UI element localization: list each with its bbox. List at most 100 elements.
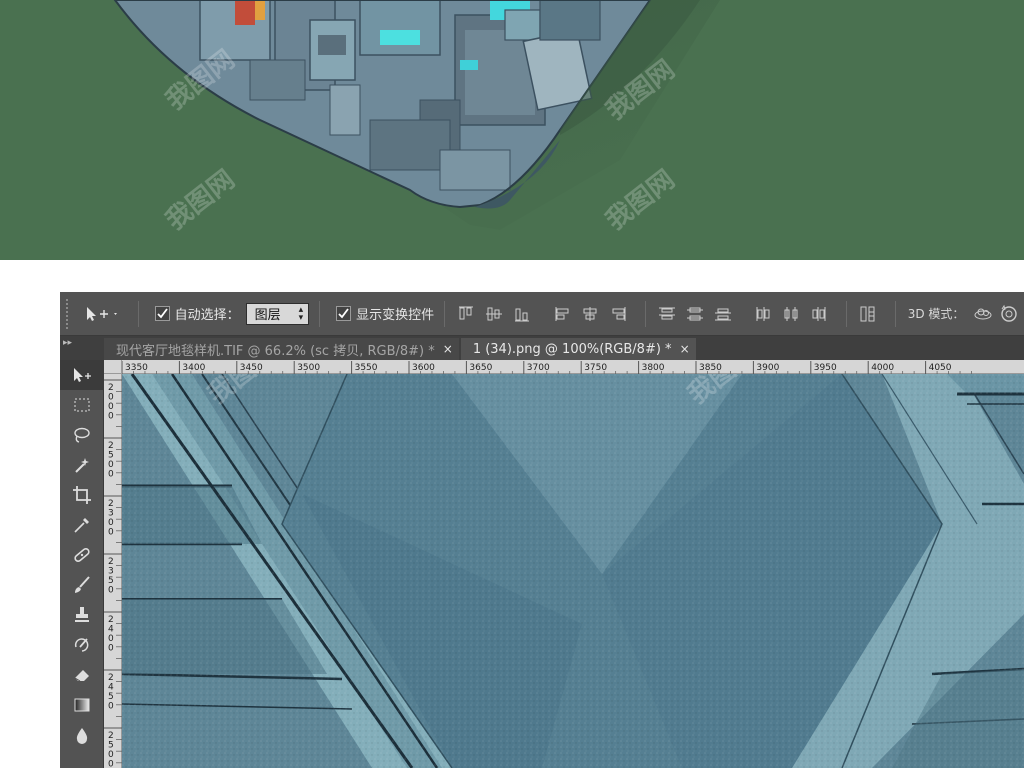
auto-select-checkbox[interactable] [154, 306, 170, 321]
ruler-label: 2000 [108, 383, 114, 422]
document-tab-title: 现代客厅地毯样机.TIF @ 66.2% (sc 拷贝, RGB/8#) * [116, 343, 435, 359]
checkmark-icon [338, 308, 349, 319]
lasso-icon [74, 427, 90, 443]
ruler-label: 3400 [182, 363, 205, 373]
ruler-label: 2400 [108, 615, 114, 654]
stamp-icon [75, 607, 89, 622]
ruler-label: 3900 [756, 363, 779, 373]
ruler-label: 2300 [108, 499, 114, 538]
distribute-top-button[interactable] [656, 303, 678, 325]
crop-tool-button[interactable] [60, 480, 104, 510]
ruler-label: 3850 [699, 363, 722, 373]
ruler-label: 2350 [108, 557, 114, 596]
ruler-label: 2500 [108, 731, 114, 768]
separator [894, 300, 896, 327]
options-bar-grip[interactable] [66, 298, 72, 329]
ruler-label: 3550 [355, 363, 378, 373]
ruler-label: 2500 [108, 441, 114, 480]
brush-icon [75, 576, 90, 593]
distribute-hcenter-button[interactable] [780, 303, 802, 325]
separator [444, 300, 446, 327]
orbit-3d-icon [974, 308, 992, 319]
vertical-ruler[interactable]: 2000 2500 2300 2350 2400 2450 2500 [104, 374, 122, 768]
clone-stamp-tool-button[interactable] [60, 600, 104, 630]
align-top-icon [459, 306, 474, 319]
marquee-tool-button[interactable] [60, 390, 104, 420]
distribute-hcenter-icon [784, 306, 798, 321]
document-tab-rug-mockup[interactable]: 现代客厅地毯样机.TIF @ 66.2% (sc 拷贝, RGB/8#) * × [104, 338, 459, 360]
align-top-edges-button[interactable] [455, 303, 477, 325]
close-tab-button[interactable]: × [443, 342, 453, 356]
align-right-edges-button[interactable] [607, 303, 629, 325]
page: 我图网 我图网 我图网 我图网 自动选择： 图层 ▴ ▾ 显示变换控件 3D 模… [0, 0, 1024, 768]
align-hcenter-icon [583, 306, 597, 321]
lasso-tool-button[interactable] [60, 420, 104, 450]
options-bar: 自动选择： 图层 ▴ ▾ 显示变换控件 3D 模式： [60, 292, 1024, 336]
ruler-label: 4000 [871, 363, 894, 373]
move-tool-icon [74, 368, 91, 382]
distribute-right-button[interactable] [808, 303, 830, 325]
align-left-edges-button[interactable] [552, 303, 574, 325]
show-transform-checkbox[interactable] [336, 306, 352, 321]
orbit-3d-button[interactable] [972, 303, 994, 325]
separator [319, 300, 321, 327]
history-brush-icon [74, 638, 89, 652]
healing-brush-tool-button[interactable] [60, 540, 104, 570]
align-vertical-centers-button[interactable] [483, 303, 505, 325]
ruler-label: 3950 [814, 363, 837, 373]
gradient-icon [74, 698, 90, 712]
distribute-left-button[interactable] [752, 303, 774, 325]
document-tab-title: 1 (34).png @ 100%(RGB/8#) * [472, 341, 672, 357]
auto-select-label: 自动选择： [174, 308, 240, 323]
ruler-origin[interactable] [104, 360, 122, 374]
ruler-label: 3600 [412, 363, 435, 373]
brush-tool-button[interactable] [60, 570, 104, 600]
eraser-tool-button[interactable] [60, 660, 104, 690]
rectangular-marquee-icon [74, 398, 90, 412]
blur-tool-button[interactable] [60, 720, 104, 750]
document-tab-bar: ▸▸ 现代客厅地毯样机.TIF @ 66.2% (sc 拷贝, RGB/8#) … [60, 336, 1024, 360]
gradient-tool-button[interactable] [60, 690, 104, 720]
horizontal-ruler[interactable]: 3350 3400 3450 3500 3550 3600 3650 3700 3750 3800… [121, 360, 1024, 375]
auto-select-target-value: 图层 [254, 308, 281, 323]
magic-wand-tool-button[interactable] [60, 450, 104, 480]
ruler-label: 3650 [469, 363, 492, 373]
history-brush-tool-button[interactable] [60, 630, 104, 660]
auto-align-layers-button[interactable] [857, 303, 879, 325]
auto-align-icon [860, 306, 875, 321]
align-vcenter-icon [485, 307, 502, 320]
ruler-label: 3700 [527, 363, 550, 373]
distribute-vcenter-button[interactable] [684, 303, 706, 325]
distribute-right-icon [812, 306, 826, 321]
align-bottom-icon [514, 308, 529, 321]
align-right-icon [612, 306, 626, 321]
align-left-icon [555, 306, 569, 321]
distribute-bottom-icon [714, 308, 731, 320]
tool-preset-picker[interactable] [84, 305, 128, 323]
auto-select-option[interactable]: 自动选择： [154, 304, 240, 323]
horizontal-ruler-scale: 3350 3400 3450 3500 3550 3600 3650 3700 3750 3800… [121, 361, 972, 375]
close-tab-button[interactable]: × [680, 342, 690, 356]
show-transform-option[interactable]: 显示变换控件 [336, 304, 434, 323]
tools-panel [60, 360, 104, 768]
ruler-label: 3750 [584, 363, 607, 373]
3d-mode-label: 3D 模式： [907, 307, 965, 321]
vertical-ruler-scale: 2 0 0 0 2 5 0 0 2 3 0 0 2 3 5 0 2 4 0 0 2 4 5 0 2 5 0 0 [104, 379, 122, 768]
texture-artwork [122, 374, 1024, 768]
roll-3d-button[interactable] [998, 303, 1020, 325]
document-canvas[interactable]: 我图网 我图网 [122, 374, 1024, 768]
move-tool-button[interactable] [60, 360, 104, 390]
document-tab-png[interactable]: 1 (34).png @ 100%(RGB/8#) * × [460, 338, 696, 360]
ruler-label: 3350 [125, 363, 148, 373]
separator [137, 300, 139, 327]
align-bottom-edges-button[interactable] [511, 303, 533, 325]
eyedropper-icon [74, 518, 89, 533]
distribute-top-icon [658, 307, 675, 319]
promo-banner: 我图网 我图网 我图网 我图网 [0, 0, 1024, 260]
eyedropper-tool-button[interactable] [60, 510, 104, 540]
panel-collapse-arrows[interactable]: ▸▸ [60, 336, 104, 360]
align-horizontal-centers-button[interactable] [579, 303, 601, 325]
auto-select-target-dropdown[interactable]: 图层 ▴ ▾ [245, 302, 310, 325]
distribute-bottom-button[interactable] [712, 303, 734, 325]
separator [745, 301, 746, 327]
